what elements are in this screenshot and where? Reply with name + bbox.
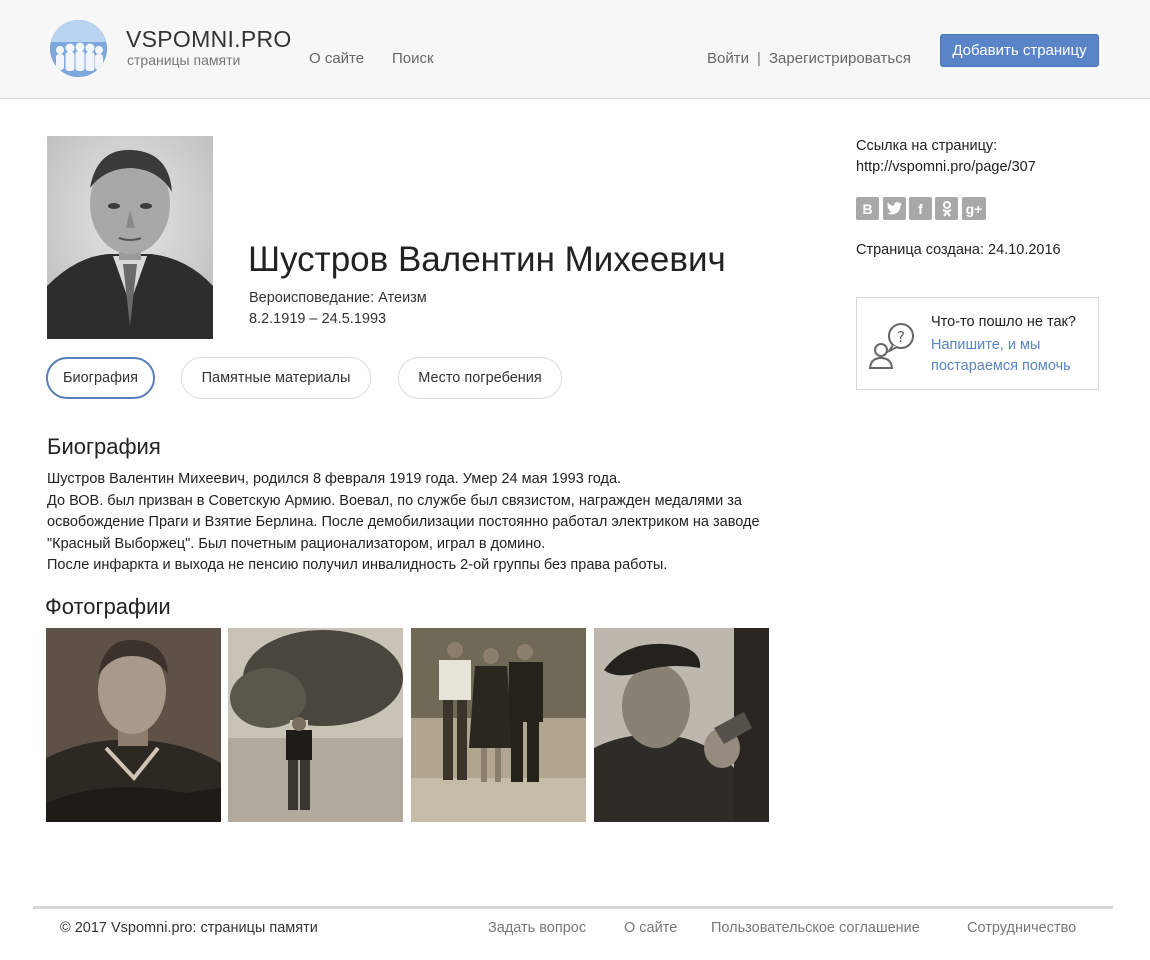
svg-text:?: ? <box>897 328 905 346</box>
brand-subtitle: страницы памяти <box>127 52 241 68</box>
person-religion: Вероисповедание: Атеизм <box>249 290 427 306</box>
site-header: VSPOMNI.PRO страницы памяти О сайте Поис… <box>0 0 1150 99</box>
portrait-photo[interactable] <box>47 136 213 339</box>
nav-search[interactable]: Поиск <box>392 50 434 67</box>
footer-link-ask-question[interactable]: Задать вопрос <box>488 920 586 936</box>
brand-title[interactable]: VSPOMNI.PRO <box>126 26 292 53</box>
photos-title: Фотографии <box>45 594 171 619</box>
help-box: ? Что-то пошло не так? Напишите, и мы по… <box>856 297 1099 390</box>
bio-line: До ВОВ. был призван в Советскую Армию. В… <box>47 492 742 509</box>
bio-line: После инфаркта и выхода не пенсию получи… <box>47 557 668 573</box>
person-name: Шустров Валентин Михеевич <box>248 240 726 279</box>
page-link-url[interactable]: http://vspomni.pro/page/307 <box>856 159 1036 175</box>
add-page-button[interactable]: Добавить страницу <box>940 34 1099 67</box>
page-created-date: Страница создана: 24.10.2016 <box>856 242 1061 258</box>
photo-thumbnail[interactable] <box>228 628 403 822</box>
help-contact-link[interactable]: Напишите, и мы постараемся помочь <box>931 335 1096 377</box>
photo-thumbnail[interactable] <box>46 628 221 822</box>
footer-divider <box>33 906 1113 909</box>
footer-copyright: © 2017 Vspomni.pro: страницы памяти <box>60 920 318 936</box>
person-dates: 8.2.1919 – 24.5.1993 <box>249 311 387 327</box>
footer-link-about[interactable]: О сайте <box>624 920 677 936</box>
facebook-icon[interactable]: f <box>909 197 932 220</box>
footer-link-cooperation[interactable]: Сотрудничество <box>967 920 1076 936</box>
auth-separator: | <box>757 50 761 67</box>
help-chat-icon: ? <box>867 320 917 370</box>
tab-biography[interactable]: Биография <box>46 357 155 399</box>
register-link[interactable]: Зарегистрироваться <box>769 50 911 67</box>
tab-burial-place[interactable]: Место погребения <box>398 357 562 399</box>
tab-memorial-materials[interactable]: Памятные материалы <box>181 357 371 399</box>
footer-link-user-agreement[interactable]: Пользовательское соглашение <box>711 920 920 936</box>
photo-thumbnail[interactable] <box>594 628 769 822</box>
bio-line: Шустров Валентин Михеевич, родился 8 фев… <box>47 471 622 487</box>
bio-line: "Красный Выборжец". Был почетным рациона… <box>47 535 546 552</box>
nav-about[interactable]: О сайте <box>309 50 364 67</box>
vk-icon[interactable]: В <box>856 197 879 220</box>
bio-line: освобождение Праги и Взятие Берлина. Пос… <box>47 514 760 530</box>
help-question: Что-то пошло не так? <box>931 314 1076 330</box>
twitter-icon[interactable] <box>883 197 906 220</box>
biography-title: Биография <box>47 434 161 459</box>
site-logo[interactable] <box>50 20 107 77</box>
page-link-label: Ссылка на страницу: <box>856 138 998 154</box>
photo-thumbnail[interactable] <box>411 628 586 822</box>
google-plus-icon[interactable]: g+ <box>962 197 986 220</box>
biography-text: Шустров Валентин Михеевич, родился 8 фев… <box>47 469 837 577</box>
login-link[interactable]: Войти <box>707 50 749 67</box>
odnoklassniki-icon[interactable] <box>935 197 958 220</box>
